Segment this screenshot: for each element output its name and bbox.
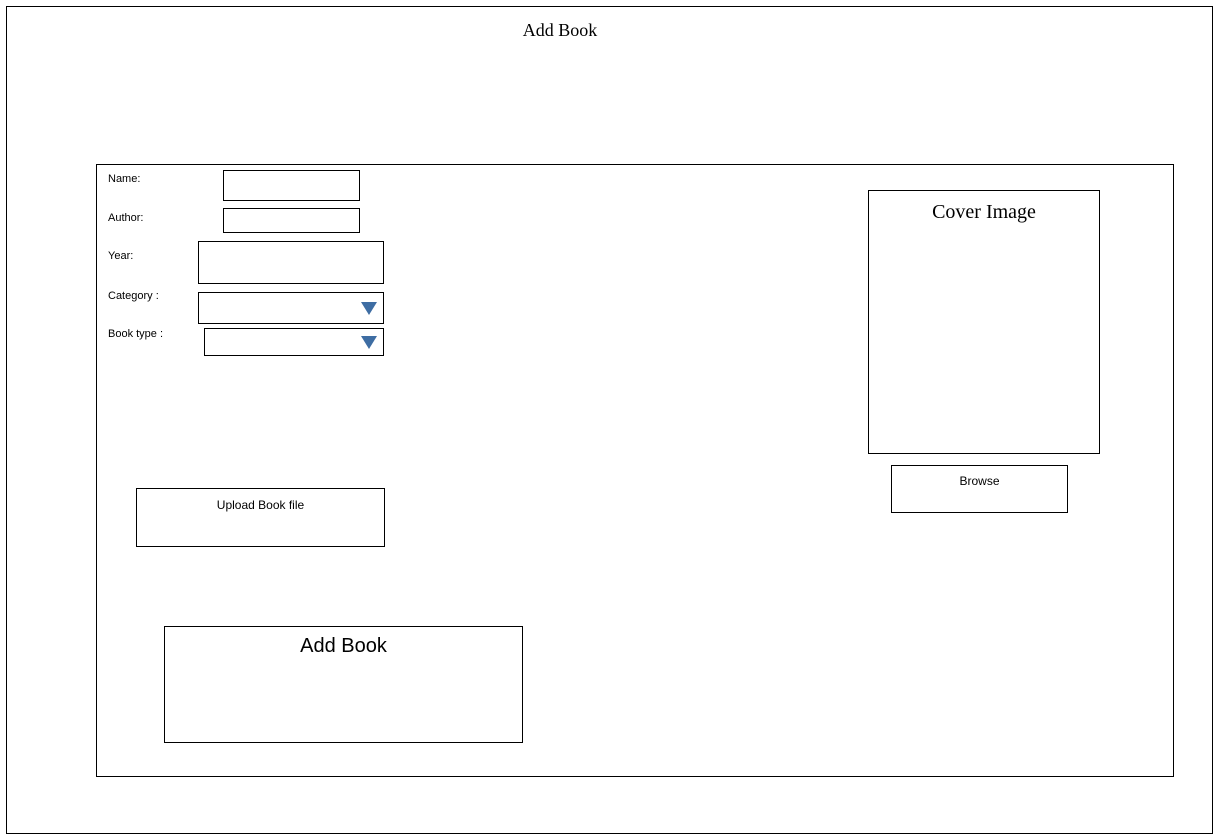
category-label: Category : <box>108 290 159 302</box>
chevron-down-icon[interactable] <box>361 302 377 315</box>
page-title: Add Book <box>522 20 598 40</box>
upload-book-file-button[interactable]: Upload Book file <box>136 488 385 547</box>
name-label: Name: <box>108 173 141 185</box>
category-select[interactable] <box>198 292 384 324</box>
book-type-select[interactable] <box>204 328 384 356</box>
book-type-label: Book type : <box>108 328 164 340</box>
cover-image-label: Cover Image <box>932 201 1036 223</box>
name-input[interactable] <box>223 170 360 201</box>
chevron-down-icon[interactable] <box>361 336 377 349</box>
add-book-button[interactable]: Add Book <box>164 626 523 743</box>
author-input[interactable] <box>223 208 360 233</box>
year-label: Year: <box>108 250 134 262</box>
year-input[interactable] <box>198 241 384 284</box>
author-label: Author: <box>108 212 144 224</box>
browse-button[interactable]: Browse <box>891 465 1068 513</box>
cover-image-box: Cover Image <box>868 190 1100 454</box>
